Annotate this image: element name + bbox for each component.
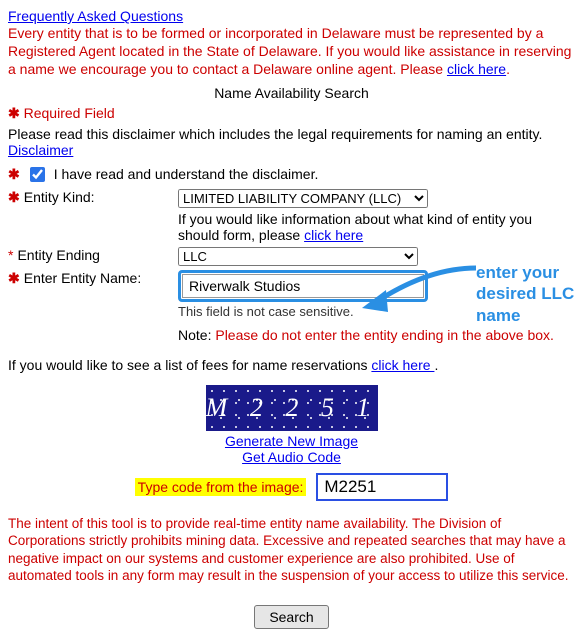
policy-text: The intent of this tool is to provide re…: [8, 515, 575, 585]
type-code-label: Type code from the image:: [135, 478, 307, 496]
note-prefix: Note:: [178, 327, 215, 343]
page-title: Name Availability Search: [8, 85, 575, 101]
no-ending-note: Please do not enter the entity ending in…: [215, 327, 554, 343]
entity-name-highlight-box: [178, 270, 428, 302]
entity-kind-select[interactable]: LIMITED LIABILITY COMPANY (LLC): [178, 189, 428, 208]
required-asterisk-icon: *: [8, 247, 13, 263]
consent-checkbox[interactable]: [30, 167, 45, 182]
search-button[interactable]: Search: [254, 605, 328, 629]
get-audio-code-link[interactable]: Get Audio Code: [8, 449, 575, 465]
entity-ending-label: Entity Ending: [17, 247, 100, 263]
faq-link[interactable]: Frequently Asked Questions: [8, 8, 183, 24]
entity-ending-select[interactable]: LLC: [178, 247, 418, 266]
entity-kind-help-link[interactable]: click here: [304, 227, 363, 243]
disclaimer-link[interactable]: Disclaimer: [8, 142, 73, 158]
generate-new-image-link[interactable]: Generate New Image: [8, 433, 575, 449]
entity-name-input[interactable]: [182, 274, 424, 298]
entity-name-label: Enter Entity Name:: [24, 270, 142, 286]
required-asterisk-icon: ✱: [8, 105, 20, 122]
required-asterisk-icon: ✱: [8, 270, 20, 287]
period: .: [506, 61, 510, 77]
consent-label: I have read and understand the disclaime…: [54, 166, 319, 182]
fees-link[interactable]: click here: [371, 357, 434, 373]
case-note: This field is not case sensitive.: [178, 304, 575, 319]
required-asterisk-icon: ✱: [8, 166, 20, 183]
entity-kind-help: If you would like information about what…: [178, 211, 575, 243]
intro-text: Every entity that is to be formed or inc…: [8, 24, 575, 79]
captcha-image: M 2 2 5 1: [206, 385, 378, 431]
fees-text: If you would like to see a list of fees …: [8, 357, 371, 373]
captcha-code-input[interactable]: [316, 473, 448, 501]
disclaimer-instruction: Please read this disclaimer which includ…: [8, 126, 575, 142]
required-asterisk-icon: ✱: [8, 189, 20, 206]
intro-click-here-link[interactable]: click here: [447, 61, 506, 77]
required-field-label: Required Field: [24, 105, 115, 121]
entity-kind-label: Entity Kind:: [24, 189, 95, 205]
